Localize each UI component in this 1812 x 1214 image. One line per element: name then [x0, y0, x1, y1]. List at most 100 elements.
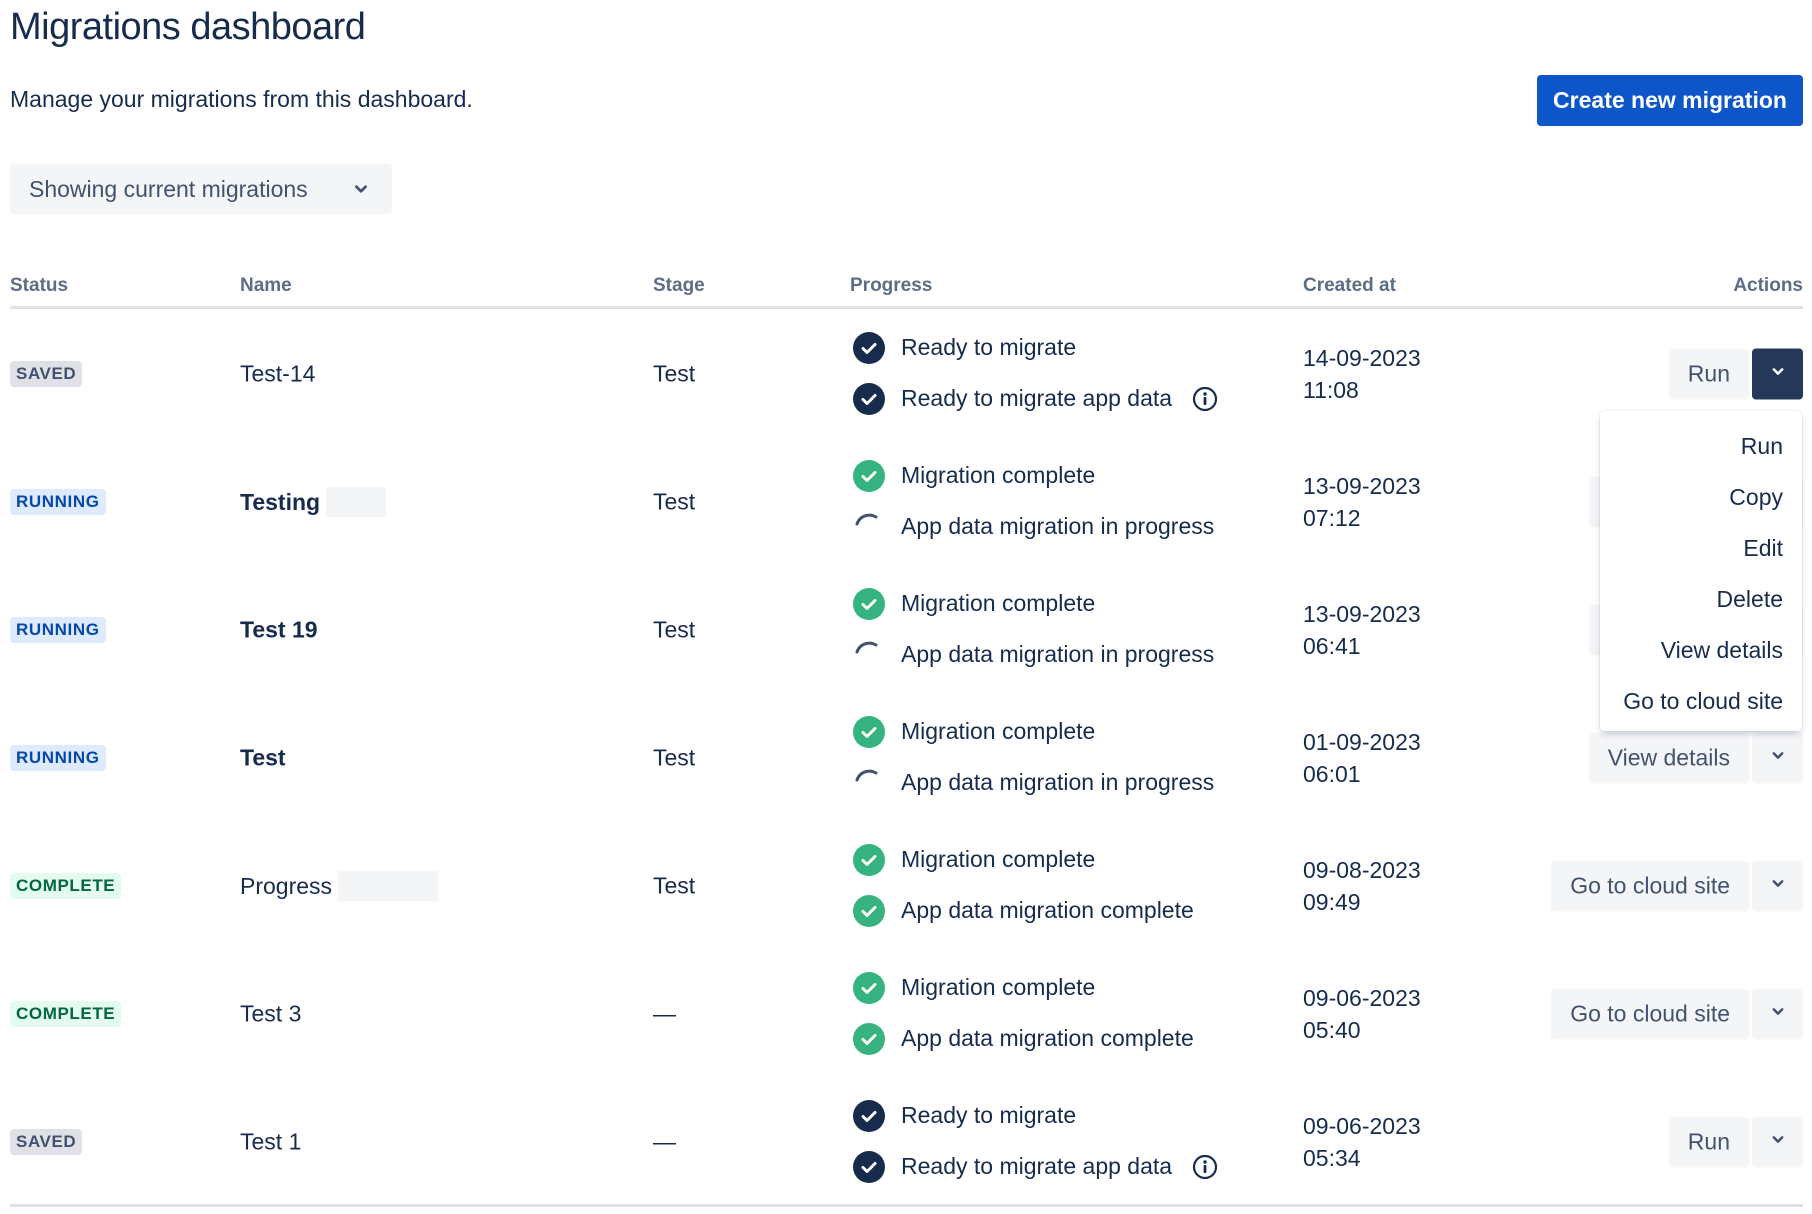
progress-step-text: App data migration in progress — [901, 513, 1215, 539]
stage-value: — — [653, 1128, 676, 1155]
progress-steps: Ready to migrate Ready to migrate app dat… — [852, 1090, 1218, 1192]
check-circle-dark-icon — [852, 331, 886, 365]
primary-action-button[interactable]: Go to cloud site — [1551, 860, 1749, 912]
created-date: 09-06-2023 — [1303, 985, 1421, 1011]
progress-step: App data migration in progress — [852, 757, 1214, 808]
status-badge: COMPLETE — [10, 873, 122, 899]
status-badge: RUNNING — [10, 617, 106, 643]
menu-item-run[interactable]: Run — [1600, 421, 1802, 472]
progress-step-text: App data migration in progress — [901, 769, 1215, 795]
created-at: 01-09-2023 06:01 — [1303, 726, 1421, 790]
progress-steps: Migration complete App data migration in … — [852, 578, 1214, 680]
progress-steps: Migration complete App data migration in … — [852, 450, 1214, 552]
check-circle-dark-icon — [852, 382, 886, 416]
created-date: 14-09-2023 — [1303, 345, 1421, 371]
migration-name-text: Progress — [240, 872, 333, 899]
created-date: 13-09-2023 — [1303, 601, 1421, 627]
more-actions-button[interactable] — [1752, 348, 1803, 400]
primary-action-button[interactable]: Run — [1668, 348, 1749, 400]
created-at: 09-06-2023 05:40 — [1303, 982, 1421, 1046]
status-badge: RUNNING — [10, 745, 106, 771]
progress-steps: Migration complete App data migration in … — [852, 706, 1214, 808]
progress-step: Ready to migrate — [852, 322, 1218, 373]
migration-name[interactable]: Test-14 — [240, 361, 315, 388]
page-title: Migrations dashboard — [10, 6, 366, 48]
migration-name[interactable]: Progress — [240, 871, 439, 901]
progress-step: Ready to migrate — [852, 1090, 1218, 1141]
migration-name-text: Testing — [240, 488, 321, 515]
migration-name-text: Test-14 — [240, 360, 316, 387]
table-bottom-divider — [10, 1204, 1803, 1207]
progress-step-text: Migration complete — [901, 974, 1096, 1000]
created-at: 14-09-2023 11:08 — [1303, 342, 1421, 406]
created-at: 13-09-2023 07:12 — [1303, 470, 1421, 534]
created-time: 05:34 — [1303, 1145, 1361, 1171]
progress-step: App data migration in progress — [852, 501, 1214, 552]
migration-name-text: Test 1 — [240, 1128, 302, 1155]
migration-name[interactable]: Testing — [240, 487, 387, 517]
menu-item-go-to-cloud-site[interactable]: Go to cloud site — [1600, 676, 1802, 727]
menu-item-delete[interactable]: Delete — [1600, 574, 1802, 625]
migration-name[interactable]: Test 1 — [240, 1129, 301, 1156]
progress-step: Migration complete — [852, 962, 1194, 1013]
filter-label: Showing current migrations — [29, 175, 308, 202]
stage-value: Test — [653, 488, 696, 515]
progress-step-text: Ready to migrate app data — [901, 385, 1173, 411]
chevron-down-icon — [1768, 745, 1788, 772]
column-header-created-at: Created at — [1303, 275, 1396, 296]
progress-step: App data migration in progress — [852, 629, 1214, 680]
progress-step-text: Ready to migrate — [901, 1102, 1077, 1128]
column-header-progress: Progress — [850, 275, 933, 296]
progress-step: Migration complete — [852, 578, 1214, 629]
info-icon[interactable] — [1192, 386, 1218, 412]
created-time: 05:40 — [1303, 1017, 1361, 1043]
redacted-text — [338, 871, 439, 901]
progress-step-text: Migration complete — [901, 846, 1096, 872]
spinner-icon — [852, 638, 886, 672]
progress-steps: Migration complete App data migration com… — [852, 834, 1194, 936]
table-row: RUNNING Test 19 Test Migration complete App … — [0, 566, 1812, 694]
table-row: RUNNING Test Test Migration complete App dat… — [0, 694, 1812, 822]
check-circle-dark-icon — [852, 1099, 886, 1133]
actions-dropdown-menu: Run Copy Edit Delete View details Go to cloud… — [1600, 411, 1802, 731]
chevron-down-icon — [355, 185, 367, 193]
chevron-down-icon — [1768, 1001, 1788, 1028]
spinner-icon — [852, 766, 886, 800]
info-icon[interactable] — [1192, 1154, 1218, 1180]
menu-item-copy[interactable]: Copy — [1600, 472, 1802, 523]
stage-value: Test — [653, 744, 696, 771]
created-time: 09:49 — [1303, 889, 1361, 915]
page-description: Manage your migrations from this dashboa… — [10, 86, 473, 112]
primary-action-button[interactable]: Go to cloud site — [1551, 988, 1749, 1040]
more-actions-button[interactable] — [1752, 732, 1803, 784]
migration-name[interactable]: Test — [240, 745, 286, 772]
table-row: COMPLETE Progress Test Migration complete Ap… — [0, 822, 1812, 950]
created-at: 13-09-2023 06:41 — [1303, 598, 1421, 662]
chevron-down-icon — [1768, 361, 1788, 388]
migration-name-text: Test 3 — [240, 1000, 302, 1027]
migrations-filter-dropdown[interactable]: Showing current migrations — [10, 164, 392, 214]
created-time: 07:12 — [1303, 505, 1361, 531]
column-header-stage: Stage — [653, 275, 705, 296]
more-actions-button[interactable] — [1752, 1116, 1803, 1168]
create-new-migration-button[interactable]: Create new migration — [1537, 75, 1803, 126]
progress-step-text: App data migration in progress — [901, 641, 1215, 667]
table-row: COMPLETE Test 3 — Migration complete App dat… — [0, 950, 1812, 1078]
check-circle-green-icon — [852, 843, 886, 877]
migration-name[interactable]: Test 19 — [240, 617, 318, 644]
check-circle-green-icon — [852, 894, 886, 928]
menu-item-view-details[interactable]: View details — [1600, 625, 1802, 676]
check-circle-green-icon — [852, 459, 886, 493]
table-row: RUNNING Testing Test Migration complete App … — [0, 438, 1812, 566]
more-actions-button[interactable] — [1752, 860, 1803, 912]
migration-name[interactable]: Test 3 — [240, 1001, 301, 1028]
chevron-down-icon — [1768, 873, 1788, 900]
menu-item-edit[interactable]: Edit — [1600, 523, 1802, 574]
table-row: SAVED Test 1— Ready to migrate Ready to mig… — [0, 1078, 1812, 1206]
row-actions: Go to cloud site — [1551, 988, 1803, 1040]
progress-step: App data migration complete — [852, 1013, 1194, 1064]
more-actions-button[interactable] — [1752, 988, 1803, 1040]
primary-action-button[interactable]: Run — [1668, 1116, 1749, 1168]
primary-action-button[interactable]: View details — [1588, 732, 1749, 784]
redacted-text — [326, 487, 387, 517]
